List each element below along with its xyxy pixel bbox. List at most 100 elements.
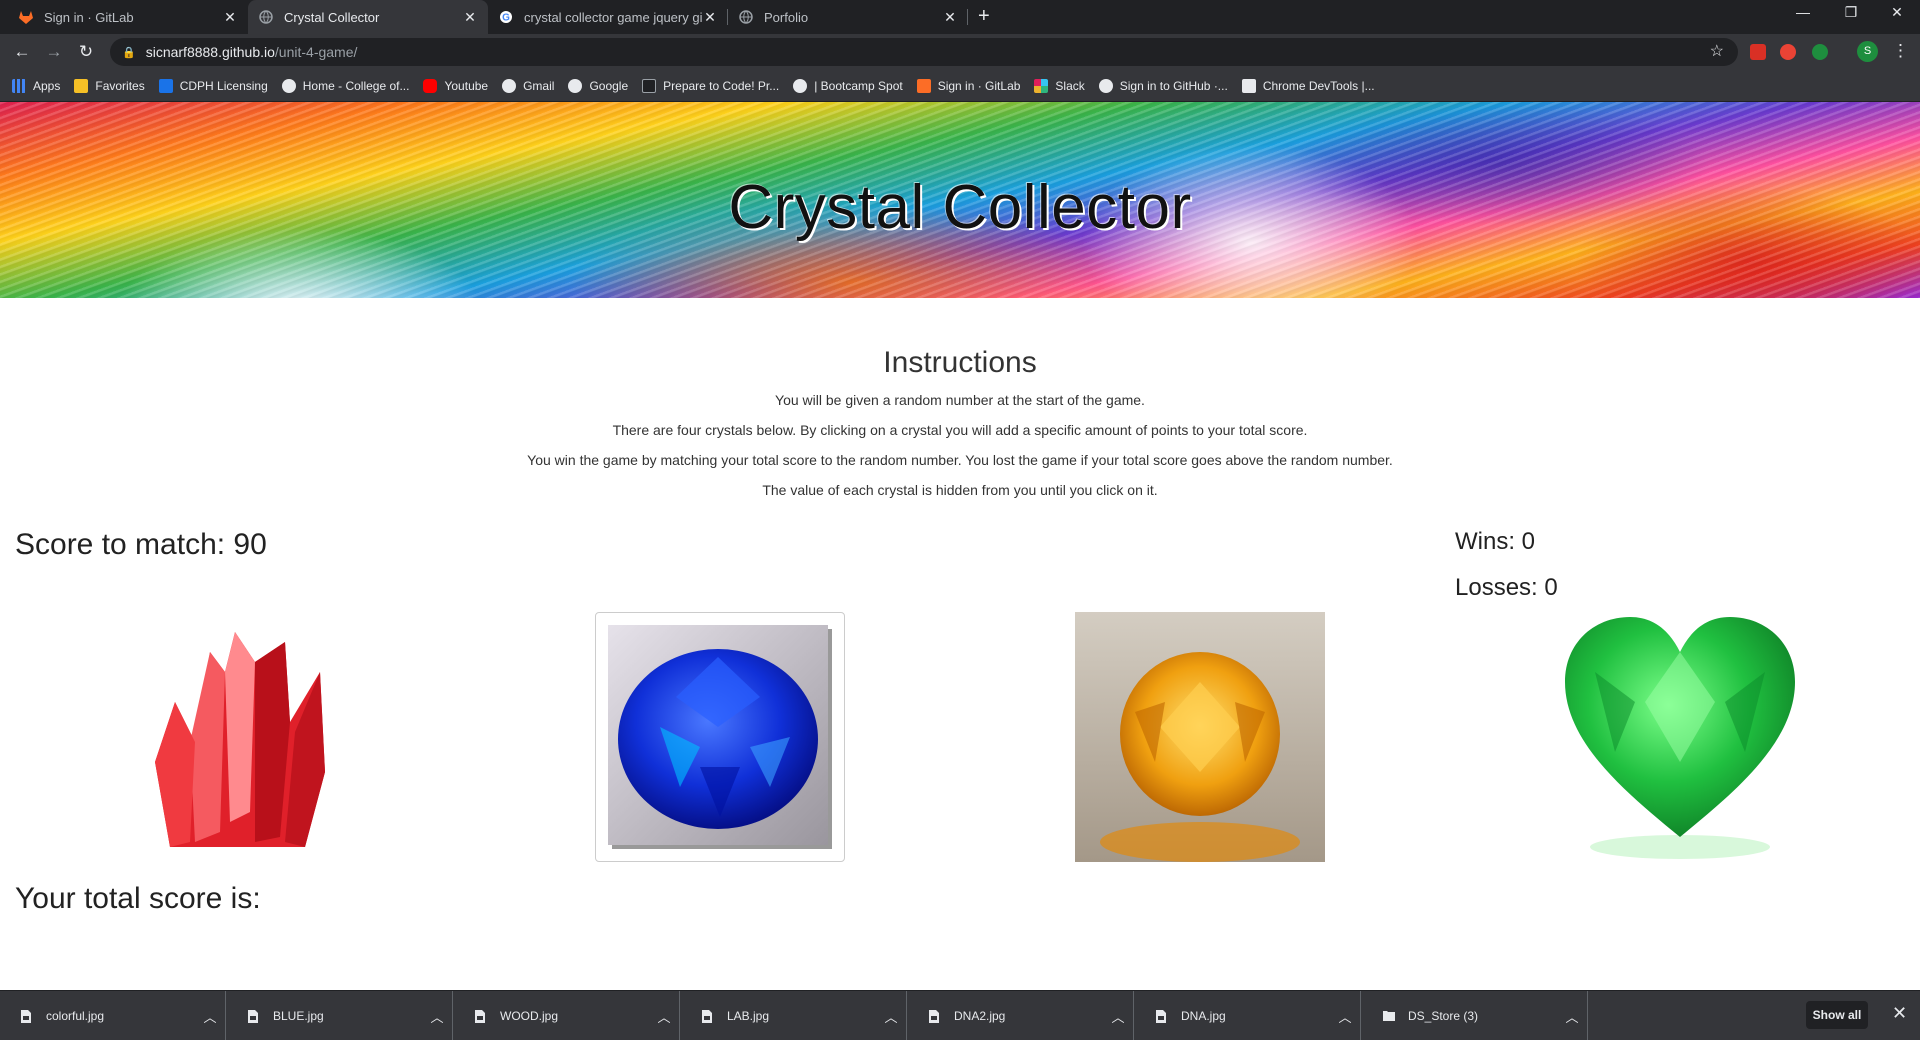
crystal-green-button[interactable] bbox=[1555, 612, 1805, 862]
gitlab-icon bbox=[916, 78, 931, 93]
forward-arrow-icon[interactable]: → bbox=[44, 42, 64, 62]
bookmark-youtube[interactable]: Youtube bbox=[423, 78, 488, 93]
bookmarks-bar: Apps Favorites CDPH Licensing Home - Col… bbox=[0, 70, 1920, 102]
instruction-line: There are four crystals below. By clicki… bbox=[612, 422, 1308, 438]
tab-title: Sign in · GitLab bbox=[44, 9, 134, 25]
bookmark-star-icon[interactable]: ☆ bbox=[1710, 41, 1724, 61]
instructions-heading: Instructions bbox=[883, 346, 1037, 379]
youtube-icon bbox=[423, 78, 438, 93]
bookmark-gmail[interactable]: Gmail bbox=[502, 78, 554, 93]
tab-portfolio[interactable]: Porfolio ✕ bbox=[728, 0, 968, 34]
chevron-up-icon[interactable]: ︿ bbox=[1330, 1007, 1360, 1026]
navigation-bar: ← → ↻ 🔒 sicnarf8888.github.io/unit-4-gam… bbox=[0, 34, 1920, 70]
back-arrow-icon[interactable]: ← bbox=[12, 42, 32, 62]
google-icon bbox=[502, 78, 517, 93]
url-host: sicnarf8888.github.io bbox=[145, 44, 275, 60]
download-item[interactable]: DNA.jpg ︿ bbox=[1135, 991, 1361, 1040]
code-icon bbox=[642, 78, 657, 93]
download-filename: colorful.jpg bbox=[46, 1009, 105, 1023]
show-all-downloads-button[interactable]: Show all bbox=[1806, 1001, 1868, 1029]
file-icon bbox=[928, 1009, 940, 1024]
close-tab-icon[interactable]: ✕ bbox=[462, 9, 478, 26]
tab-strip: Sign in · GitLab ✕ Crystal Collector ✕ G… bbox=[0, 0, 1920, 34]
file-icon bbox=[247, 1009, 259, 1024]
globe-icon bbox=[738, 9, 754, 25]
tab-google-search[interactable]: G crystal collector game jquery gith ✕ bbox=[488, 0, 728, 34]
profile-avatar[interactable]: S bbox=[1857, 41, 1878, 62]
red-crystal-icon bbox=[155, 632, 325, 847]
folder-icon bbox=[74, 78, 89, 93]
tab-gitlab[interactable]: Sign in · GitLab ✕ bbox=[8, 0, 248, 34]
crystal-blue-button[interactable] bbox=[595, 612, 845, 862]
tab-divider bbox=[967, 9, 968, 25]
download-filename: BLUE.jpg bbox=[273, 1009, 324, 1023]
github-icon bbox=[1098, 78, 1113, 93]
bookmark-cdph[interactable]: CDPH Licensing bbox=[158, 78, 268, 93]
close-tab-icon[interactable]: ✕ bbox=[942, 9, 958, 26]
download-item[interactable]: BLUE.jpg ︿ bbox=[227, 991, 453, 1040]
bookmark-github[interactable]: Sign in to GitHub ·... bbox=[1098, 78, 1228, 93]
extension-check-icon[interactable] bbox=[1812, 44, 1828, 60]
yellow-crystal-icon bbox=[1075, 612, 1325, 862]
green-crystal-icon bbox=[1565, 617, 1795, 859]
close-tab-icon[interactable]: ✕ bbox=[702, 9, 718, 26]
header-banner: Crystal Collector bbox=[0, 102, 1920, 298]
restore-icon[interactable]: ❐ bbox=[1828, 4, 1874, 21]
cdph-icon bbox=[158, 78, 173, 93]
instructions-section: Instructions You will be given a random … bbox=[0, 346, 1920, 510]
download-item[interactable]: LAB.jpg ︿ bbox=[681, 991, 907, 1040]
downloads-bar: colorful.jpg ︿ BLUE.jpg ︿ WOOD.jpg ︿ LAB… bbox=[0, 990, 1920, 1040]
globe-icon bbox=[281, 78, 296, 93]
chevron-up-icon[interactable]: ︿ bbox=[1557, 1007, 1587, 1026]
crystal-red-button[interactable] bbox=[115, 612, 365, 862]
tab-title: Crystal Collector bbox=[284, 9, 380, 25]
reload-icon[interactable]: ↻ bbox=[76, 42, 96, 62]
bookmark-slack[interactable]: Slack bbox=[1034, 78, 1085, 93]
bookmark-google[interactable]: Google bbox=[568, 78, 628, 93]
score-to-match: Score to match: 90 bbox=[15, 528, 267, 561]
slack-icon bbox=[1034, 78, 1049, 93]
google-icon: G bbox=[498, 9, 514, 25]
crystal-yellow-button[interactable] bbox=[1075, 612, 1325, 862]
close-window-icon[interactable]: ✕ bbox=[1874, 4, 1920, 21]
download-item[interactable]: DNA2.jpg ︿ bbox=[908, 991, 1134, 1040]
chevron-up-icon[interactable]: ︿ bbox=[195, 1007, 225, 1026]
svg-text:G: G bbox=[502, 13, 510, 24]
extension-record-icon[interactable] bbox=[1780, 44, 1796, 60]
minimize-icon[interactable]: — bbox=[1780, 4, 1826, 20]
devtools-icon bbox=[1241, 78, 1256, 93]
extension-lastpass-icon[interactable] bbox=[1750, 44, 1766, 60]
folder-file-icon bbox=[1382, 1009, 1395, 1024]
bookmark-apps[interactable]: Apps bbox=[12, 78, 60, 93]
download-item[interactable]: DS_Store (3) ︿ bbox=[1362, 991, 1588, 1040]
instruction-line: You win the game by matching your total … bbox=[527, 452, 1393, 468]
new-tab-button[interactable]: + bbox=[978, 6, 990, 26]
download-item[interactable]: colorful.jpg ︿ bbox=[0, 991, 226, 1040]
download-item[interactable]: WOOD.jpg ︿ bbox=[454, 991, 680, 1040]
bookmark-bootcamp[interactable]: | Bootcamp Spot bbox=[793, 78, 903, 93]
bookmark-gitlab[interactable]: Sign in · GitLab bbox=[916, 78, 1020, 93]
chevron-up-icon[interactable]: ︿ bbox=[649, 1007, 679, 1026]
globe-icon bbox=[258, 9, 274, 25]
page-title: Crystal Collector bbox=[728, 173, 1192, 242]
close-downloads-icon[interactable]: ✕ bbox=[1892, 1003, 1907, 1024]
close-tab-icon[interactable]: ✕ bbox=[222, 9, 238, 26]
tab-title: crystal collector game jquery gith bbox=[524, 9, 702, 25]
chevron-up-icon[interactable]: ︿ bbox=[1103, 1007, 1133, 1026]
download-filename: LAB.jpg bbox=[727, 1009, 770, 1023]
address-bar[interactable]: 🔒 sicnarf8888.github.io/unit-4-game/ ☆ bbox=[110, 38, 1738, 66]
browser-menu-icon[interactable]: ⋮ bbox=[1892, 41, 1909, 61]
total-score-label: Your total score is: bbox=[15, 882, 261, 915]
chevron-up-icon[interactable]: ︿ bbox=[422, 1007, 452, 1026]
bookmark-favorites[interactable]: Favorites bbox=[74, 78, 145, 93]
download-filename: DS_Store (3) bbox=[1408, 1009, 1479, 1023]
losses-counter: Losses: 0 bbox=[1455, 574, 1558, 601]
tab-crystal-collector[interactable]: Crystal Collector ✕ bbox=[248, 0, 488, 34]
file-icon bbox=[701, 1009, 713, 1024]
bookmark-college[interactable]: Home - College of... bbox=[281, 78, 409, 93]
chevron-up-icon[interactable]: ︿ bbox=[876, 1007, 906, 1026]
bookmark-devtools[interactable]: Chrome DevTools |... bbox=[1241, 78, 1375, 93]
file-icon bbox=[20, 1009, 32, 1024]
bookmark-prepare[interactable]: Prepare to Code! Pr... bbox=[642, 78, 779, 93]
file-icon bbox=[474, 1009, 486, 1024]
